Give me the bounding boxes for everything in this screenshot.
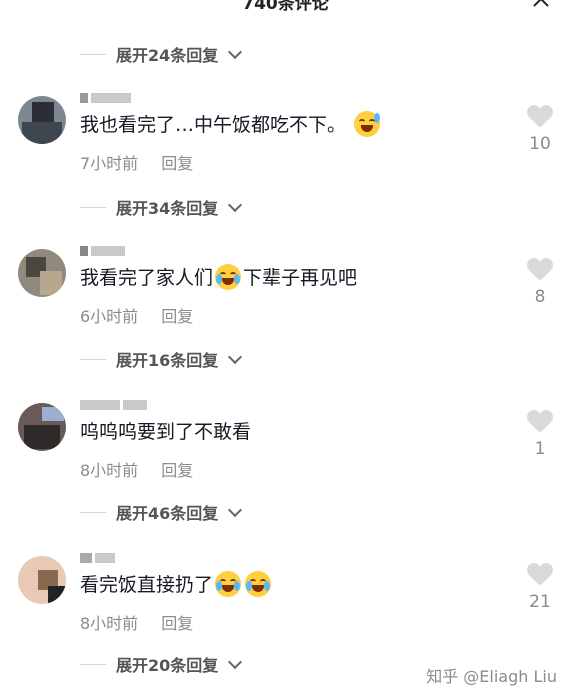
reply-button[interactable]: 回复 xyxy=(161,461,193,480)
comment-meta: 7小时前 回复 xyxy=(80,150,193,174)
reply-button[interactable]: 回复 xyxy=(161,307,193,326)
like-button[interactable]: 10 xyxy=(520,106,560,154)
heart-icon xyxy=(527,411,553,433)
comment-count-title: 740条评论 xyxy=(242,0,329,14)
chevron-down-icon xyxy=(228,44,243,59)
like-button[interactable]: 8 xyxy=(520,259,560,307)
expand-replies-button[interactable]: 展开46条回复 xyxy=(80,502,243,523)
expand-replies-label: 展开24条回复 xyxy=(116,46,219,65)
like-button[interactable]: 21 xyxy=(520,564,560,612)
username-blurred[interactable] xyxy=(80,92,131,104)
avatar[interactable] xyxy=(18,403,66,451)
like-count: 10 xyxy=(529,134,551,154)
expand-replies-label: 展开16条回复 xyxy=(116,351,219,370)
crying-emoji xyxy=(215,263,242,290)
crying-emoji xyxy=(245,570,272,597)
avatar[interactable] xyxy=(18,249,66,297)
like-count: 21 xyxy=(529,592,551,612)
comment-time: 8小时前 xyxy=(80,614,139,633)
heart-icon xyxy=(527,259,553,281)
comment-text: 呜呜呜要到了不敢看 xyxy=(80,421,252,443)
comment-meta: 8小时前 回复 xyxy=(80,457,193,481)
comment-time: 8小时前 xyxy=(80,461,139,480)
comment-time: 6小时前 xyxy=(80,307,139,326)
reply-button[interactable]: 回复 xyxy=(161,154,193,173)
avatar[interactable] xyxy=(18,96,66,144)
comments-header: 740条评论 xyxy=(0,0,571,18)
heart-icon xyxy=(527,564,553,586)
like-button[interactable]: 1 xyxy=(520,411,560,459)
divider xyxy=(80,358,106,360)
like-count: 8 xyxy=(534,287,546,307)
comment-text: 我看完了家人们 下辈子再见吧 xyxy=(80,263,357,290)
expand-replies-button[interactable]: 展开16条回复 xyxy=(80,349,243,370)
chevron-down-icon xyxy=(228,654,243,669)
divider xyxy=(80,206,106,208)
crying-emoji xyxy=(215,570,242,597)
watermark-text: 知乎 @Eliagh Liu xyxy=(426,667,557,686)
expand-replies-label: 展开20条回复 xyxy=(116,656,219,675)
sweat-smile-emoji xyxy=(354,110,381,137)
chevron-down-icon xyxy=(228,197,243,212)
expand-replies-label: 展开46条回复 xyxy=(116,504,219,523)
comment-time: 7小时前 xyxy=(80,154,139,173)
heart-icon xyxy=(527,106,553,128)
expand-replies-label: 展开34条回复 xyxy=(116,199,219,218)
comment-text: 我也看完了…中午饭都吃不下。 xyxy=(80,110,382,137)
close-icon[interactable] xyxy=(533,0,549,7)
username-blurred[interactable] xyxy=(80,245,125,257)
chevron-down-icon xyxy=(228,502,243,517)
comment-text: 看完饭直接扔了 xyxy=(80,570,273,597)
divider xyxy=(80,53,106,55)
expand-replies-button[interactable]: 展开20条回复 xyxy=(80,654,243,675)
divider xyxy=(80,663,106,665)
chevron-down-icon xyxy=(228,349,243,364)
divider xyxy=(80,511,106,513)
expand-replies-button[interactable]: 展开34条回复 xyxy=(80,197,243,218)
username-blurred[interactable] xyxy=(80,399,147,411)
expand-replies-button[interactable]: 展开24条回复 xyxy=(80,44,243,65)
comment-meta: 6小时前 回复 xyxy=(80,303,193,327)
reply-button[interactable]: 回复 xyxy=(161,614,193,633)
comment-meta: 8小时前 回复 xyxy=(80,610,193,634)
like-count: 1 xyxy=(534,439,546,459)
username-blurred[interactable] xyxy=(80,552,115,564)
avatar[interactable] xyxy=(18,556,66,604)
